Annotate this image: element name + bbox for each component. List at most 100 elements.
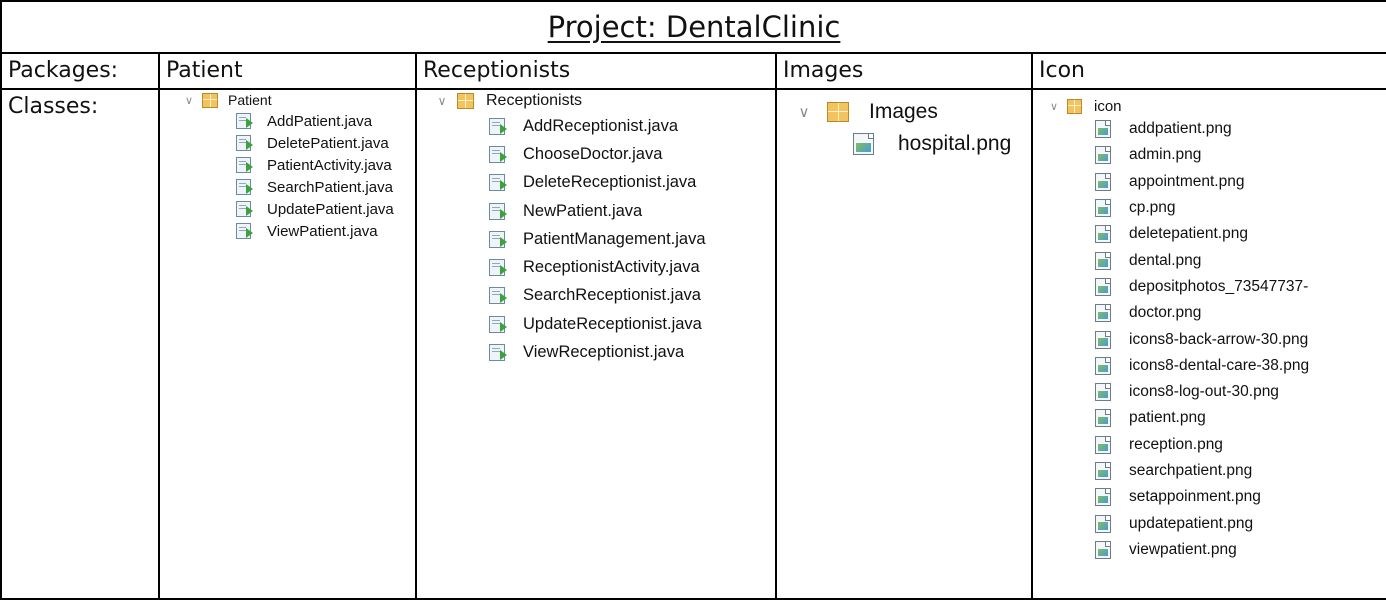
file-item[interactable]: icons8-back-arrow-30.png	[1034, 326, 1385, 352]
file-item[interactable]: depositphotos_73547737-	[1034, 274, 1385, 300]
chevron-down-icon[interactable]: ∨	[182, 94, 196, 107]
file-item[interactable]: appointment.png	[1034, 169, 1385, 195]
file-name: ReceptionistActivity.java	[523, 258, 700, 277]
file-item[interactable]: PatientActivity.java	[161, 154, 414, 176]
file-item[interactable]: viewpatient.png	[1034, 537, 1385, 563]
file-item[interactable]: hospital.png	[778, 126, 1030, 162]
folder-label: Patient	[228, 92, 272, 108]
file-name: patient.png	[1129, 409, 1206, 427]
tree-folder-row[interactable]: ∨ Patient	[161, 91, 414, 110]
file-name: PatientActivity.java	[267, 156, 392, 174]
file-item[interactable]: icons8-log-out-30.png	[1034, 379, 1385, 405]
classes-label-cell: Classes:	[0, 88, 160, 600]
file-item[interactable]: ChooseDoctor.java	[418, 140, 774, 168]
file-name: addpatient.png	[1129, 120, 1232, 138]
file-item[interactable]: AddPatient.java	[161, 110, 414, 132]
image-file-icon	[1095, 514, 1111, 533]
image-file-icon	[1095, 540, 1111, 559]
file-item[interactable]: updatepatient.png	[1034, 510, 1385, 536]
file-name: dental.png	[1129, 251, 1202, 269]
java-file-icon	[489, 230, 507, 248]
file-item[interactable]: DeleteReceptionist.java	[418, 169, 774, 197]
file-item[interactable]: icons8-dental-care-38.png	[1034, 353, 1385, 379]
document-table: Project: DentalClinic Packages: Patient …	[0, 0, 1386, 600]
image-file-icon	[1095, 435, 1111, 454]
image-file-icon	[1095, 199, 1111, 218]
chevron-down-icon[interactable]: ∨	[795, 103, 813, 121]
file-name: ViewPatient.java	[267, 222, 378, 240]
file-item[interactable]: PatientManagement.java	[418, 225, 774, 253]
package-tree-images: ∨ Images hospital.png	[778, 91, 1030, 162]
file-name: appointment.png	[1129, 172, 1245, 190]
document-title: Project: DentalClinic	[547, 10, 841, 44]
file-item[interactable]: patient.png	[1034, 405, 1385, 431]
java-file-icon	[236, 223, 253, 239]
image-file-icon	[1095, 488, 1111, 507]
file-item[interactable]: ViewReceptionist.java	[418, 338, 774, 366]
file-name: updatepatient.png	[1129, 514, 1254, 532]
file-item[interactable]: ReceptionistActivity.java	[418, 253, 774, 281]
java-file-icon	[489, 174, 507, 192]
chevron-down-icon[interactable]: ∨	[435, 94, 449, 108]
file-item[interactable]: SearchReceptionist.java	[418, 282, 774, 310]
header-receptionists: Receptionists	[423, 58, 571, 83]
folder-label: Receptionists	[486, 92, 583, 109]
file-name: hospital.png	[898, 132, 1012, 155]
file-name: searchpatient.png	[1129, 462, 1253, 479]
file-item[interactable]: UpdateReceptionist.java	[418, 310, 774, 338]
file-item[interactable]: SearchPatient.java	[161, 176, 414, 198]
java-file-icon	[489, 259, 507, 277]
file-item[interactable]: deletepatient.png	[1034, 221, 1385, 247]
file-name: AddReceptionist.java	[523, 116, 679, 135]
file-name: reception.png	[1129, 435, 1223, 453]
package-tree-receptionists: ∨ Receptionists AddReceptionist.java Choose…	[418, 91, 774, 367]
tree-folder-row[interactable]: ∨ Receptionists	[418, 91, 774, 112]
file-item[interactable]: addpatient.png	[1034, 116, 1385, 142]
image-file-icon	[1095, 251, 1111, 270]
file-name: viewpatient.png	[1129, 540, 1237, 558]
chevron-down-icon[interactable]: ∨	[1047, 100, 1061, 113]
file-name: setappoinment.png	[1129, 488, 1261, 506]
file-item[interactable]: searchpatient.png	[1034, 458, 1385, 484]
package-icon	[457, 93, 474, 109]
java-file-icon	[236, 157, 253, 173]
file-name: ChooseDoctor.java	[523, 144, 663, 163]
file-item[interactable]: DeletePatient.java	[161, 132, 414, 154]
java-file-icon	[489, 202, 507, 220]
file-item[interactable]: dental.png	[1034, 247, 1385, 273]
java-file-icon	[236, 179, 253, 195]
header-patient: Patient	[166, 58, 243, 83]
file-name: UpdateReceptionist.java	[523, 314, 702, 333]
image-file-icon	[1095, 172, 1111, 191]
tree-cell-images: ∨ Images hospital.png	[775, 88, 1033, 600]
file-item[interactable]: NewPatient.java	[418, 197, 774, 225]
file-item[interactable]: ViewPatient.java	[161, 220, 414, 242]
file-name: AddPatient.java	[267, 112, 373, 130]
header-cell-images: Images	[775, 52, 1033, 90]
file-item[interactable]: reception.png	[1034, 432, 1385, 458]
package-icon	[202, 92, 218, 108]
tree-folder-row[interactable]: ∨ icon	[1034, 96, 1385, 116]
file-name: ViewReceptionist.java	[523, 343, 685, 362]
file-item[interactable]: AddReceptionist.java	[418, 112, 774, 140]
file-name: admin.png	[1129, 146, 1202, 164]
file-item[interactable]: doctor.png	[1034, 300, 1385, 326]
tree-folder-row[interactable]: ∨ Images	[778, 98, 1030, 126]
file-item[interactable]: cp.png	[1034, 195, 1385, 221]
image-file-icon	[1095, 330, 1111, 349]
package-icon	[1067, 98, 1082, 114]
file-item[interactable]: UpdatePatient.java	[161, 198, 414, 220]
file-name: DeletePatient.java	[267, 134, 389, 152]
package-tree-icon: ∨ icon addpatient.png admin.png appointment.…	[1034, 91, 1386, 564]
classes-label: Classes:	[8, 94, 99, 119]
image-file-icon	[1095, 120, 1111, 139]
java-file-icon	[236, 113, 253, 129]
file-name: SearchPatient.java	[267, 178, 393, 196]
tree-cell-receptionists: ∨ Receptionists AddReceptionist.java Choose…	[415, 88, 777, 600]
file-item[interactable]: admin.png	[1034, 142, 1385, 168]
file-item[interactable]: setappoinment.png	[1034, 484, 1385, 510]
package-icon	[827, 102, 849, 122]
image-file-icon	[853, 133, 874, 155]
packages-label: Packages:	[8, 58, 119, 83]
file-name: icons8-log-out-30.png	[1129, 383, 1279, 401]
